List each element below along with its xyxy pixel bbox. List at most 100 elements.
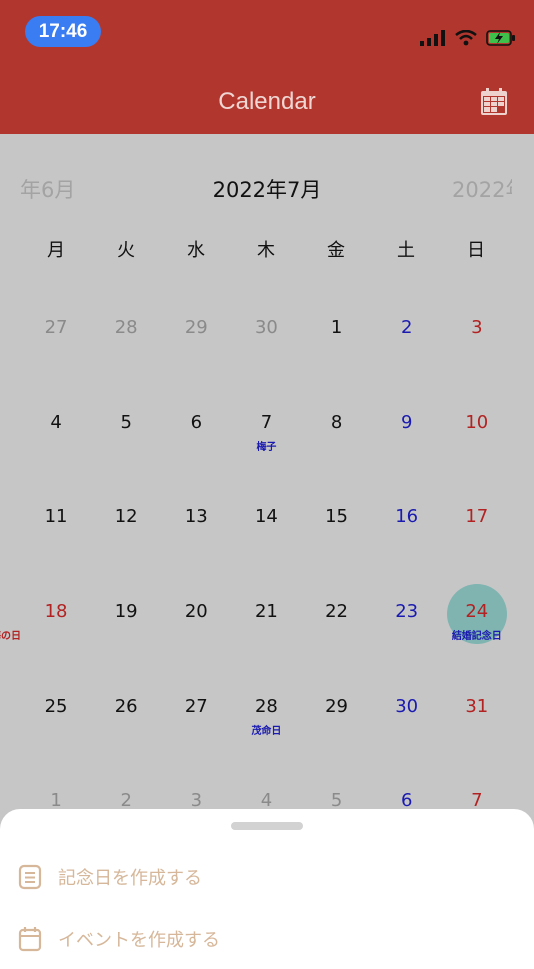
week-row: 4 5 6 7 梅子 8 9 10 (21, 378, 512, 473)
battery-charging-icon (486, 30, 515, 46)
app-header: Calendar (0, 62, 534, 134)
calendar-day[interactable]: 21 (231, 567, 301, 662)
calendar-day[interactable]: 30 (231, 283, 301, 378)
day-number: 10 (465, 411, 489, 433)
calendar-day[interactable]: 14 (231, 472, 301, 567)
calendar-day[interactable]: 15 (302, 472, 372, 567)
day-number: 12 (114, 506, 138, 528)
weekday-sun: 日 (467, 240, 485, 261)
day-number: 9 (400, 411, 413, 433)
calendar-day[interactable]: 13 (161, 472, 231, 567)
day-number: 2 (400, 317, 413, 338)
weekday-header: 月 火 水 木 金 土 日 (21, 236, 512, 262)
weekday-mon: 月 (47, 240, 65, 261)
calendar-day[interactable]: 23 (372, 567, 442, 662)
calendar-day[interactable]: 31 (442, 662, 512, 757)
day-number: 30 (395, 695, 419, 717)
day-event-label: 海の日 (0, 631, 21, 643)
day-number: 19 (114, 601, 138, 623)
day-number: 5 (120, 411, 132, 433)
create-event-button[interactable]: イベントを作成する (18, 926, 220, 952)
day-number: 11 (44, 506, 68, 528)
create-anniversary-label: 記念日を作成する (58, 868, 202, 889)
day-number: 6 (190, 411, 203, 433)
list-document-icon (18, 864, 42, 890)
calendar-day[interactable]: 28 茂命日 (231, 662, 301, 757)
day-number: 23 (395, 601, 419, 623)
next-month[interactable]: 2022年8月 (452, 174, 512, 204)
calendar-day[interactable]: 7 梅子 (231, 378, 301, 473)
create-anniversary-button[interactable]: 記念日を作成する (18, 864, 202, 890)
day-number: 25 (44, 695, 68, 717)
status-time: 17:46 (25, 16, 101, 47)
day-number: 14 (254, 506, 278, 528)
day-number: 22 (325, 601, 349, 623)
week-row: 27 28 29 30 1 2 3 (21, 283, 512, 378)
day-number: 27 (44, 317, 68, 338)
day-number: 30 (254, 317, 278, 338)
calendar-day[interactable]: 30 (372, 662, 442, 757)
calendar-day[interactable]: 22 (302, 567, 372, 662)
day-number: 18 (44, 601, 68, 623)
day-number: 13 (184, 506, 208, 528)
day-number: 16 (395, 506, 419, 528)
day-number: 4 (50, 411, 62, 433)
day-number: 1 (330, 317, 343, 338)
calendar-day[interactable]: 10 (442, 378, 512, 473)
status-bar: 17:46 (0, 0, 534, 62)
calendar-day[interactable]: 3 (442, 283, 512, 378)
weekday-wed: 水 (187, 240, 205, 261)
calendar-day[interactable]: 26 (91, 662, 161, 757)
page-title: Calendar (218, 88, 316, 115)
create-event-label: イベントを作成する (58, 930, 220, 951)
calendar-day[interactable]: 17 (442, 472, 512, 567)
day-number: 31 (465, 695, 489, 717)
calendar-grid: 272829301234567梅子89101112131415161718海の日… (0, 283, 512, 851)
weekday-fri: 金 (327, 240, 345, 261)
day-number: 26 (114, 695, 138, 717)
day-number: 21 (254, 601, 278, 623)
calendar-day[interactable]: 1 (302, 283, 372, 378)
day-number: 8 (330, 411, 343, 433)
wifi-icon (455, 30, 477, 46)
calendar-day[interactable]: 25 (21, 662, 91, 757)
day-number: 17 (465, 506, 489, 528)
calendar-day[interactable]: 5 (91, 378, 161, 473)
weekday-tue: 火 (117, 240, 135, 261)
calendar-icon (18, 927, 42, 952)
day-number: 24 (465, 601, 489, 623)
calendar-day-selected[interactable]: 24 結婚記念日 (442, 567, 512, 662)
calendar-day[interactable]: 28 (91, 283, 161, 378)
status-icons (420, 30, 516, 46)
day-number: 28 (254, 695, 278, 717)
calendar-day[interactable]: 12 (91, 472, 161, 567)
day-event-label: 結婚記念日 (451, 631, 502, 643)
calendar-day[interactable]: 29 (302, 662, 372, 757)
calendar-day[interactable]: 27 (161, 662, 231, 757)
day-number: 15 (325, 506, 349, 528)
calendar-day[interactable]: 18 海の日 (0, 567, 91, 662)
day-number: 29 (325, 695, 349, 717)
calendar-day[interactable]: 9 (372, 378, 442, 473)
month-navigator: 年6月 2022年7月 2022年8月 (0, 134, 534, 234)
day-number: 28 (114, 317, 138, 338)
calendar-day[interactable]: 27 (21, 283, 91, 378)
day-number: 7 (260, 411, 273, 433)
calendar-day[interactable]: 29 (161, 283, 231, 378)
sheet-drag-handle[interactable] (231, 822, 303, 830)
day-number: 29 (184, 317, 208, 338)
calendar-day[interactable]: 6 (161, 378, 231, 473)
calendar-day[interactable]: 4 (21, 378, 91, 473)
calendar-day[interactable]: 8 (302, 378, 372, 473)
calendar-day[interactable]: 19 (91, 567, 161, 662)
signal-icon (420, 30, 445, 46)
week-row: 18 海の日 19 20 21 22 23 24 結婚記念日 (0, 567, 512, 662)
calendar-day[interactable]: 20 (161, 567, 231, 662)
day-number: 20 (184, 601, 208, 623)
calendar-day[interactable]: 11 (21, 472, 91, 567)
day-number: 27 (184, 695, 208, 717)
day-number: 3 (471, 317, 483, 338)
calendar-grid-icon[interactable] (480, 88, 508, 116)
calendar-day[interactable]: 16 (372, 472, 442, 567)
calendar-day[interactable]: 2 (372, 283, 442, 378)
